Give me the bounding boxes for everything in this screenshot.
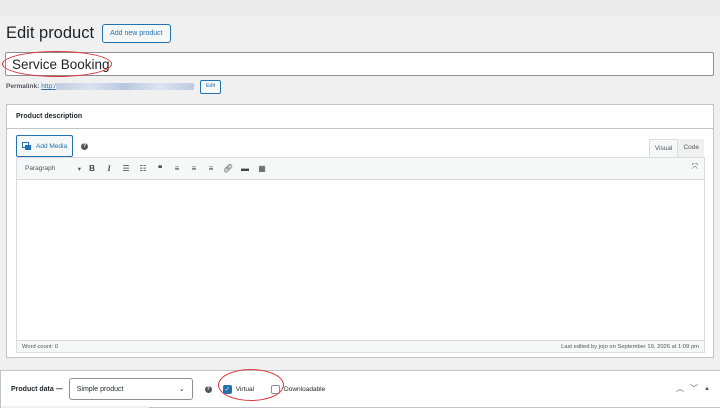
product-data-label: Product data —: [11, 385, 63, 393]
add-media-button[interactable]: Add Media: [16, 135, 74, 157]
content-editor: Paragraph ▾ B I ☰ ☷ ❝ ≡ ≡ ≡ 🔗︎ ▬ ▦ ⤧ Wor…: [16, 157, 705, 353]
format-select-value: Paragraph: [25, 164, 56, 172]
product-type-select[interactable]: Simple product ⌄: [68, 378, 193, 400]
toolbar-toggle-icon[interactable]: ▦: [255, 162, 269, 176]
product-type-help-icon[interactable]: ?: [204, 385, 212, 393]
word-count: Word count: 0: [22, 343, 58, 350]
permalink-edit-button[interactable]: Edit: [199, 80, 222, 94]
read-more-icon[interactable]: ▬: [238, 162, 252, 176]
blockquote-icon[interactable]: ❝: [153, 162, 167, 176]
align-center-icon[interactable]: ≡: [187, 162, 201, 176]
last-edited: Last edited by jojo on September 19, 202…: [561, 343, 699, 350]
editor-statusbar: Word count: 0 Last edited by jojo on Sep…: [17, 340, 704, 352]
numbered-list-icon[interactable]: ☷: [136, 162, 150, 176]
product-description-box: Product description Add Media ? Visual C…: [6, 104, 714, 358]
top-bar: [0, 0, 720, 16]
virtual-checkbox[interactable]: ✓ Virtual: [222, 384, 255, 394]
page-header: Edit product Add new product: [6, 24, 171, 43]
chevron-down-icon: ⌄: [178, 386, 185, 393]
page-title: Edit product: [6, 24, 95, 42]
fullscreen-icon[interactable]: ⤧: [692, 162, 698, 172]
add-media-icon: [22, 141, 31, 150]
product-description-title: Product description: [7, 105, 713, 129]
virtual-label: Virtual: [235, 385, 255, 393]
product-data-box: Product data — Simple product ⌄ ? ✓ Virt…: [0, 370, 720, 408]
move-up-icon[interactable]: ︿: [676, 383, 684, 394]
box-controls: ︿ ﹀ ▲: [676, 383, 710, 394]
downloadable-checkbox[interactable]: Downloadable: [271, 384, 326, 394]
collapse-toggle-icon[interactable]: ▲: [704, 386, 710, 392]
move-down-icon[interactable]: ﹀: [690, 383, 698, 394]
italic-icon[interactable]: I: [102, 162, 116, 176]
link-icon[interactable]: 🔗︎: [221, 162, 235, 176]
product-title-input[interactable]: Service Booking: [5, 52, 714, 76]
add-media-label: Add Media: [36, 142, 68, 150]
align-right-icon[interactable]: ≡: [204, 162, 218, 176]
editor-textarea[interactable]: [17, 180, 704, 342]
bold-icon[interactable]: B: [85, 162, 99, 176]
downloadable-label: Downloadable: [284, 385, 326, 393]
permalink-row: Permalink: http:/ Edit: [6, 80, 222, 94]
downloadable-checkbox-box[interactable]: [271, 384, 281, 394]
editor-toolbar: Paragraph ▾ B I ☰ ☷ ❝ ≡ ≡ ≡ 🔗︎ ▬ ▦ ⤧: [17, 158, 704, 180]
align-left-icon[interactable]: ≡: [170, 162, 184, 176]
tab-visual[interactable]: Visual: [648, 139, 679, 157]
tab-code[interactable]: Code: [678, 139, 704, 157]
help-icon[interactable]: ?: [81, 142, 89, 150]
format-select[interactable]: Paragraph ▾: [21, 165, 85, 173]
editor-tabs: Visual Code: [648, 139, 704, 157]
permalink-url-redacted: [55, 83, 194, 91]
product-title-value: Service Booking: [12, 56, 110, 72]
chevron-down-icon: ▾: [77, 165, 81, 173]
permalink-label: Permalink:: [6, 83, 40, 91]
product-type-value: Simple product: [76, 385, 124, 393]
bullet-list-icon[interactable]: ☰: [119, 162, 133, 176]
permalink-url[interactable]: http:/: [41, 83, 55, 90]
add-new-product-button[interactable]: Add new product: [102, 24, 171, 43]
virtual-checkbox-box[interactable]: ✓: [222, 384, 232, 394]
media-row: Add Media ?: [16, 135, 89, 157]
